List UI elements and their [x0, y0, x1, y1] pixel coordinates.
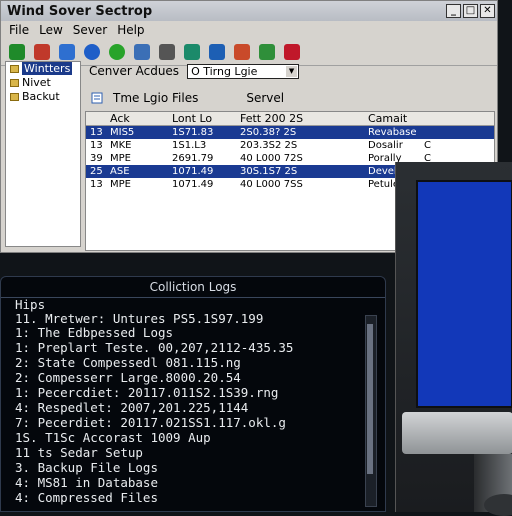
tree-panel: Wintters Nivet Backut — [5, 61, 81, 247]
column-header[interactable]: Ack — [110, 112, 130, 125]
console-line: 4: Respedlet: 2007,201.225,1144 — [15, 400, 249, 415]
monitor-screen — [416, 180, 512, 408]
console-line: 1: The Edbpessed Logs — [15, 325, 174, 340]
table-cell: 25 — [90, 166, 103, 177]
table-cell: 39 — [90, 153, 103, 164]
console-window: Colliction Logs Hips 11. Mretwer: Untures… — [0, 276, 386, 512]
console-line: 11 ts Sedar Setup — [15, 445, 143, 460]
chevron-down-icon[interactable]: ▼ — [286, 65, 298, 77]
folder-icon — [10, 65, 19, 73]
tools-icon[interactable] — [234, 44, 250, 60]
image-icon[interactable] — [209, 44, 225, 60]
folder-icon — [10, 79, 19, 87]
menu-bar: File Lew Sever Help — [1, 21, 497, 39]
table-cell: Revabase — [368, 127, 417, 138]
console-line: 4: MS81 in Database — [15, 475, 158, 490]
save-icon[interactable] — [184, 44, 200, 60]
table-cell: 2691.79 — [172, 153, 214, 164]
tree-item-nivet[interactable]: Nivet — [6, 76, 80, 90]
table-cell: 13 — [90, 140, 103, 151]
table-cell: 40 L000 72S — [240, 153, 303, 164]
filter-dropdown-value: O Tirng Lgie — [191, 64, 258, 78]
maximize-button[interactable]: □ — [463, 4, 478, 18]
table-cell: C — [424, 140, 431, 151]
monitor-base — [484, 494, 512, 516]
table-cell: 1071.49 — [172, 166, 214, 177]
console-line: 2: State Compessedl 081.115.ng — [15, 355, 241, 370]
window-title: Wind Sover Sectrop — [7, 3, 153, 19]
table-cell: 1S1.L3 — [172, 140, 207, 151]
monitor-bezel — [402, 412, 512, 454]
settings-icon[interactable] — [259, 44, 275, 60]
menu-lew[interactable]: Lew — [39, 23, 63, 37]
table-cell: ASE — [110, 166, 130, 177]
table-cell: 1S71.83 — [172, 127, 214, 138]
filter-row: Cenver Acdues O Tirng Lgie ▼ — [89, 63, 300, 79]
edit-icon[interactable] — [34, 44, 50, 60]
console-line: 1: Pecercdiet: 20117.011S2.1S39.rng — [15, 385, 279, 400]
log-files-icon — [91, 92, 103, 104]
table-cell: Dosalir — [368, 140, 403, 151]
table-cell: 203.3S2 2S — [240, 140, 298, 151]
console-line: 7: Pecerdiet: 20117.021SS1.117.okl.g — [15, 415, 286, 430]
console-line: 11. Mretwer: Untures PS5.1S97.199 — [15, 311, 264, 326]
console-line: 1: Preplart Teste. 00,207,2112-435.35 — [15, 340, 294, 355]
filter-label: Cenver Acdues — [89, 64, 180, 78]
console-line: 3. Backup File Logs — [15, 460, 158, 475]
table-cell: 13 — [90, 179, 103, 190]
menu-help[interactable]: Help — [117, 23, 144, 37]
table-cell: 2S0.38? 2S — [240, 127, 297, 138]
table-row[interactable]: 13 MIS5 1S71.83 2S0.38? 2S Revabase — [86, 126, 494, 139]
tree-item-label: Nivet — [22, 76, 51, 89]
table-cell: MKE — [110, 140, 132, 151]
log-files-header: Tme Lgio Files Servel — [91, 91, 284, 105]
folder-icon — [10, 93, 19, 101]
table-cell: 30S.1S7 2S — [240, 166, 298, 177]
table-cell: 13 — [90, 127, 103, 138]
column-header[interactable]: Camait — [368, 112, 407, 125]
menu-file[interactable]: File — [9, 23, 29, 37]
scrollbar-thumb[interactable] — [367, 324, 373, 474]
tree-item-wintters[interactable]: Wintters — [6, 62, 80, 76]
tree-item-label: Backut — [22, 90, 60, 103]
tree-item-label: Wintters — [22, 62, 73, 75]
tree-item-backut[interactable]: Backut — [6, 90, 80, 104]
server-label: Servel — [246, 91, 285, 105]
minimize-button[interactable]: _ — [446, 4, 461, 18]
stop-icon[interactable] — [284, 44, 300, 60]
title-bar[interactable]: Wind Sover Sectrop _ □ ✕ — [1, 1, 497, 21]
green-orb-icon[interactable] — [109, 44, 125, 60]
console-title: Colliction Logs — [1, 277, 385, 298]
folder-icon[interactable] — [59, 44, 75, 60]
table-cell: 40 L000 7SS — [240, 179, 303, 190]
console-body: Hips 11. Mretwer: Untures PS5.1S97.199 1:… — [1, 297, 385, 511]
table-cell: MIS5 — [110, 127, 135, 138]
column-header[interactable]: Lont Lo — [172, 112, 212, 125]
console-line: 4: Compressed Files — [15, 490, 158, 505]
table-cell: MPE — [110, 153, 131, 164]
log-files-title: Tme Lgio Files — [113, 91, 199, 105]
monitor — [395, 162, 512, 516]
close-button[interactable]: ✕ — [480, 4, 495, 18]
table-header: Ack Lont Lo Fett 200 2S Camait — [86, 112, 494, 126]
search-icon[interactable] — [134, 44, 150, 60]
console-line: 1S. T1Sc Accorast 1009 Aup — [15, 430, 211, 445]
console-scrollbar[interactable] — [365, 315, 377, 507]
table-cell: MPE — [110, 179, 131, 190]
console-line: Hips — [15, 297, 46, 312]
back-arrow-icon[interactable] — [9, 44, 25, 60]
column-header[interactable]: Fett 200 2S — [240, 112, 303, 125]
table-row[interactable]: 13 MKE 1S1.L3 203.3S2 2S Dosalir C — [86, 139, 494, 152]
table-cell: 1071.49 — [172, 179, 214, 190]
menu-sever[interactable]: Sever — [73, 23, 107, 37]
console-line: 2: Compesserr Large.8000.20.54 — [15, 370, 241, 385]
globe-icon[interactable] — [84, 44, 100, 60]
filter-dropdown[interactable]: O Tirng Lgie ▼ — [187, 63, 300, 79]
document-icon[interactable] — [159, 44, 175, 60]
